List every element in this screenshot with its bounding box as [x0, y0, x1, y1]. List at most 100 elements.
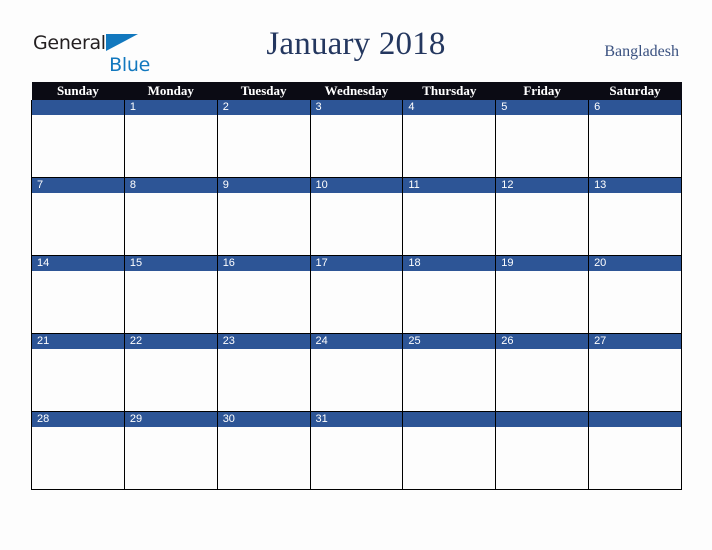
day-number: 21	[32, 334, 124, 349]
day-notes-area[interactable]	[217, 115, 310, 177]
calendar-day-cell[interactable]: 30	[216, 411, 311, 490]
calendar-day-cell[interactable]: 29	[123, 411, 218, 490]
day-number: 17	[310, 256, 403, 271]
calendar-day-cell[interactable]: 11	[402, 177, 497, 256]
day-notes-area[interactable]	[310, 115, 403, 177]
calendar-day-cell[interactable]: 19	[495, 255, 590, 334]
day-number: 14	[32, 256, 124, 271]
calendar-week-row: 21 22 23 24 25 26 27	[31, 333, 682, 412]
day-notes-area[interactable]	[124, 193, 217, 255]
calendar-day-cell[interactable]	[402, 411, 497, 490]
calendar-day-cell[interactable]: 24	[309, 333, 404, 412]
calendar-day-cell[interactable]: 1	[123, 100, 218, 178]
calendar-day-cell[interactable]: 26	[495, 333, 590, 412]
calendar-day-cell[interactable]: 23	[216, 333, 311, 412]
weekday-header-saturday: Saturday	[588, 82, 682, 100]
day-number: 8	[124, 178, 217, 193]
day-notes-area[interactable]	[32, 427, 124, 489]
day-number: 18	[403, 256, 496, 271]
calendar-day-cell[interactable]: 15	[123, 255, 218, 334]
calendar-day-cell[interactable]: 4	[402, 100, 497, 178]
day-notes-area[interactable]	[310, 193, 403, 255]
day-notes-area[interactable]	[403, 427, 496, 489]
day-number: 31	[310, 412, 403, 427]
calendar-day-cell[interactable]: 7	[31, 177, 125, 256]
calendar-day-cell[interactable]: 20	[588, 255, 682, 334]
day-number: 1	[124, 100, 217, 115]
day-notes-area[interactable]	[496, 349, 589, 411]
day-notes-area[interactable]	[403, 271, 496, 333]
day-notes-area[interactable]	[32, 193, 124, 255]
calendar-day-cell[interactable]: 5	[495, 100, 590, 178]
weekday-header-thursday: Thursday	[402, 82, 496, 100]
calendar-day-cell[interactable]: 12	[495, 177, 590, 256]
day-number: 29	[124, 412, 217, 427]
calendar-day-cell[interactable]: 6	[588, 100, 682, 178]
day-number: 4	[403, 100, 496, 115]
day-notes-area[interactable]	[32, 115, 124, 177]
day-number: 12	[496, 178, 589, 193]
weekday-header-tuesday: Tuesday	[217, 82, 311, 100]
calendar-day-cell[interactable]: 13	[588, 177, 682, 256]
day-number: 20	[589, 256, 681, 271]
day-notes-area[interactable]	[310, 349, 403, 411]
day-notes-area[interactable]	[217, 427, 310, 489]
day-notes-area[interactable]	[403, 115, 496, 177]
weekday-header-monday: Monday	[124, 82, 218, 100]
day-notes-area[interactable]	[124, 349, 217, 411]
day-notes-area[interactable]	[217, 349, 310, 411]
calendar-day-cell[interactable]: 22	[123, 333, 218, 412]
day-number: 27	[589, 334, 681, 349]
calendar-day-cell[interactable]: 9	[216, 177, 311, 256]
day-notes-area[interactable]	[32, 271, 124, 333]
day-notes-area[interactable]	[403, 349, 496, 411]
calendar-day-cell[interactable]: 27	[588, 333, 682, 412]
day-number: 9	[217, 178, 310, 193]
day-notes-area[interactable]	[589, 427, 681, 489]
day-number: 3	[310, 100, 403, 115]
calendar-day-cell[interactable]: 10	[309, 177, 404, 256]
day-notes-area[interactable]	[124, 271, 217, 333]
calendar-week-row: 28 29 30 31	[31, 411, 682, 490]
calendar-day-cell[interactable]: 25	[402, 333, 497, 412]
day-notes-area[interactable]	[496, 427, 589, 489]
day-notes-area[interactable]	[589, 349, 681, 411]
day-notes-area[interactable]	[496, 115, 589, 177]
calendar-day-cell[interactable]: 21	[31, 333, 125, 412]
day-notes-area[interactable]	[403, 193, 496, 255]
day-number: 28	[32, 412, 124, 427]
day-number: 13	[589, 178, 681, 193]
day-number: 7	[32, 178, 124, 193]
day-notes-area[interactable]	[496, 193, 589, 255]
day-notes-area[interactable]	[589, 271, 681, 333]
day-number	[32, 100, 124, 115]
calendar-day-cell[interactable]: 18	[402, 255, 497, 334]
day-notes-area[interactable]	[310, 271, 403, 333]
calendar-day-cell[interactable]	[588, 411, 682, 490]
calendar-day-cell[interactable]: 3	[309, 100, 404, 178]
calendar-day-cell[interactable]: 28	[31, 411, 125, 490]
calendar-day-cell[interactable]: 8	[123, 177, 218, 256]
day-number: 10	[310, 178, 403, 193]
day-notes-area[interactable]	[589, 193, 681, 255]
calendar-day-cell[interactable]: 2	[216, 100, 311, 178]
day-notes-area[interactable]	[124, 427, 217, 489]
day-number	[589, 412, 681, 427]
country-label: Bangladesh	[604, 43, 679, 60]
calendar-day-cell[interactable]	[495, 411, 590, 490]
calendar-day-cell[interactable]: 14	[31, 255, 125, 334]
day-notes-area[interactable]	[589, 115, 681, 177]
day-notes-area[interactable]	[217, 271, 310, 333]
day-notes-area[interactable]	[310, 427, 403, 489]
calendar-day-cell[interactable]	[31, 100, 125, 178]
day-notes-area[interactable]	[496, 271, 589, 333]
calendar-day-cell[interactable]: 16	[216, 255, 311, 334]
calendar-day-cell[interactable]: 31	[309, 411, 404, 490]
calendar-page: General Blue January 2018 Bangladesh Sun…	[0, 0, 712, 550]
day-notes-area[interactable]	[217, 193, 310, 255]
day-number: 11	[403, 178, 496, 193]
calendar-day-cell[interactable]: 17	[309, 255, 404, 334]
day-notes-area[interactable]	[32, 349, 124, 411]
day-notes-area[interactable]	[124, 115, 217, 177]
calendar-week-row: 1 2 3 4 5 6	[31, 100, 682, 178]
